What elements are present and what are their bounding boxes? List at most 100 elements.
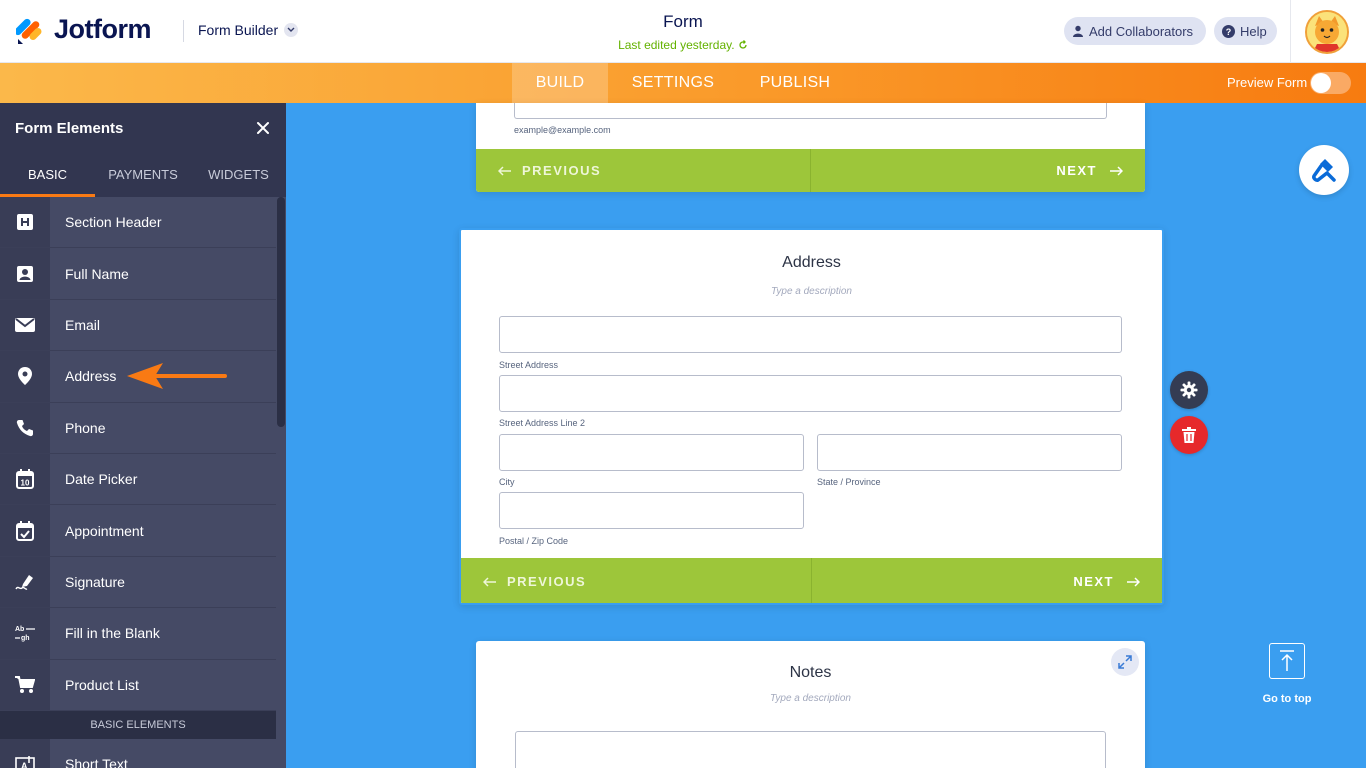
- form-elements-header: Form Elements: [0, 103, 286, 153]
- header-divider: [183, 20, 184, 42]
- postal-zip-input[interactable]: [499, 492, 804, 529]
- previous-button[interactable]: PREVIOUS: [476, 149, 811, 192]
- tab-publish[interactable]: PUBLISH: [748, 63, 842, 103]
- postal-zip-sublabel: Postal / Zip Code: [499, 536, 569, 546]
- previous-label: PREVIOUS: [522, 163, 602, 178]
- jotform-logo[interactable]: Jotform: [16, 14, 152, 45]
- top-bar: Jotform Form Builder Form Last edited ye…: [0, 0, 1366, 63]
- form-elements-title: Form Elements: [15, 120, 124, 137]
- add-collaborators-button[interactable]: Add Collaborators: [1064, 17, 1206, 45]
- state-province-input[interactable]: [817, 434, 1122, 471]
- element-product-list[interactable]: Product List: [0, 659, 276, 711]
- builder-nav-bar: BUILD SETTINGS PUBLISH Preview Form: [0, 63, 1366, 103]
- element-label: Phone: [65, 419, 106, 436]
- location-pin-icon-cell: [0, 351, 50, 402]
- fill-blank-icon-cell: Ab gh: [0, 608, 50, 659]
- arrow-left-icon: [483, 576, 496, 587]
- element-appointment[interactable]: Appointment: [0, 505, 276, 557]
- next-label: NEXT: [1056, 163, 1097, 178]
- next-button[interactable]: NEXT: [811, 149, 1146, 192]
- sidebar-scrollbar[interactable]: [277, 197, 285, 427]
- cart-icon-cell: [0, 659, 50, 710]
- go-to-top-box: [1269, 643, 1305, 679]
- short-text-icon: A: [15, 756, 35, 768]
- address-description[interactable]: Type a description: [461, 286, 1162, 297]
- tab-payments[interactable]: PAYMENTS: [95, 153, 191, 197]
- annotation-arrow-icon: [127, 363, 227, 389]
- help-button[interactable]: ? Help: [1214, 17, 1277, 45]
- element-signature[interactable]: Signature: [0, 556, 276, 609]
- short-text-icon-cell: A: [0, 738, 50, 768]
- svg-text:10: 10: [21, 479, 30, 488]
- trash-icon: [1182, 427, 1196, 443]
- email-hint: example@example.com: [514, 125, 611, 135]
- help-icon: ?: [1222, 24, 1235, 38]
- element-label: Product List: [65, 676, 139, 693]
- element-section-header[interactable]: Section Header: [0, 197, 276, 249]
- state-province-sublabel: State / Province: [817, 477, 881, 487]
- arrow-right-icon: [1110, 165, 1123, 176]
- phone-icon-cell: [0, 402, 50, 453]
- last-edited-status: Last edited yesterday.: [533, 38, 833, 52]
- basic-elements-section: BASIC ELEMENTS: [0, 710, 276, 739]
- element-label: Full Name: [65, 265, 129, 282]
- tab-basic[interactable]: BASIC: [0, 153, 95, 197]
- help-label: Help: [1240, 23, 1267, 39]
- tab-build[interactable]: BUILD: [512, 63, 608, 103]
- element-label: Date Picker: [65, 471, 138, 488]
- close-icon[interactable]: [254, 119, 272, 137]
- element-full-name[interactable]: Full Name: [0, 248, 276, 300]
- element-short-text[interactable]: A Short Text: [0, 738, 276, 768]
- calendar-icon-cell: 10: [0, 453, 50, 505]
- email-question-card[interactable]: example@example.com PREVIOUS NEXT: [476, 103, 1145, 192]
- svg-text:A: A: [21, 761, 28, 768]
- form-builder-menu[interactable]: Form Builder: [198, 22, 299, 38]
- element-date-picker[interactable]: 10 Date Picker: [0, 453, 276, 506]
- element-fill-in-the-blank[interactable]: Ab gh Fill in the Blank: [0, 608, 276, 660]
- element-phone[interactable]: Phone: [0, 402, 276, 454]
- element-email[interactable]: Email: [0, 299, 276, 352]
- address-question-card[interactable]: Address Type a description Street Addres…: [459, 228, 1164, 605]
- element-label: Appointment: [65, 522, 144, 539]
- full-name-icon-cell: [0, 248, 50, 299]
- street-address-input[interactable]: [499, 316, 1122, 353]
- tab-widgets[interactable]: WIDGETS: [191, 153, 286, 197]
- previous-button[interactable]: PREVIOUS: [461, 558, 812, 603]
- user-avatar[interactable]: [1305, 10, 1349, 54]
- field-properties-button[interactable]: [1170, 371, 1208, 409]
- notes-description[interactable]: Type a description: [476, 693, 1145, 704]
- address-title[interactable]: Address: [461, 254, 1162, 272]
- notes-title[interactable]: Notes: [476, 664, 1145, 682]
- go-to-top-button[interactable]: Go to top: [1256, 643, 1318, 705]
- notes-textarea[interactable]: [515, 731, 1106, 768]
- street-address-line2-input[interactable]: [499, 375, 1122, 412]
- next-button[interactable]: NEXT: [812, 558, 1163, 603]
- last-edited-text: Last edited yesterday.: [618, 38, 735, 52]
- arrow-left-icon: [498, 165, 511, 176]
- delete-field-button[interactable]: [1170, 416, 1208, 454]
- paint-roller-icon: [1312, 159, 1336, 182]
- avatar-divider: [1290, 0, 1291, 63]
- form-title-area: Form Last edited yesterday.: [533, 12, 833, 52]
- form-designer-button[interactable]: [1299, 145, 1349, 195]
- arrow-right-icon: [1127, 576, 1140, 587]
- tab-settings[interactable]: SETTINGS: [622, 63, 724, 103]
- svg-text:Ab: Ab: [15, 626, 24, 633]
- notes-question-card[interactable]: Notes Type a description: [476, 641, 1145, 768]
- email-input[interactable]: [514, 103, 1107, 119]
- form-title[interactable]: Form: [533, 12, 833, 32]
- calendar-icon: 10: [16, 469, 34, 490]
- preview-form-toggle[interactable]: [1310, 72, 1351, 94]
- preview-form-label: Preview Form: [1227, 75, 1308, 90]
- city-sublabel: City: [499, 477, 515, 487]
- add-collaborators-label: Add Collaborators: [1089, 23, 1194, 39]
- form-builder-label: Form Builder: [198, 22, 279, 38]
- page-nav-row: PREVIOUS NEXT: [476, 149, 1145, 192]
- street-address-sublabel: Street Address: [499, 360, 559, 370]
- expand-button[interactable]: [1111, 648, 1139, 676]
- city-input[interactable]: [499, 434, 804, 471]
- svg-text:?: ?: [1226, 27, 1232, 37]
- form-elements-panel: Form Elements BASIC PAYMENTS WIDGETS Sec…: [0, 103, 286, 768]
- cart-icon: [15, 675, 35, 693]
- jotform-logo-icon: [16, 18, 42, 44]
